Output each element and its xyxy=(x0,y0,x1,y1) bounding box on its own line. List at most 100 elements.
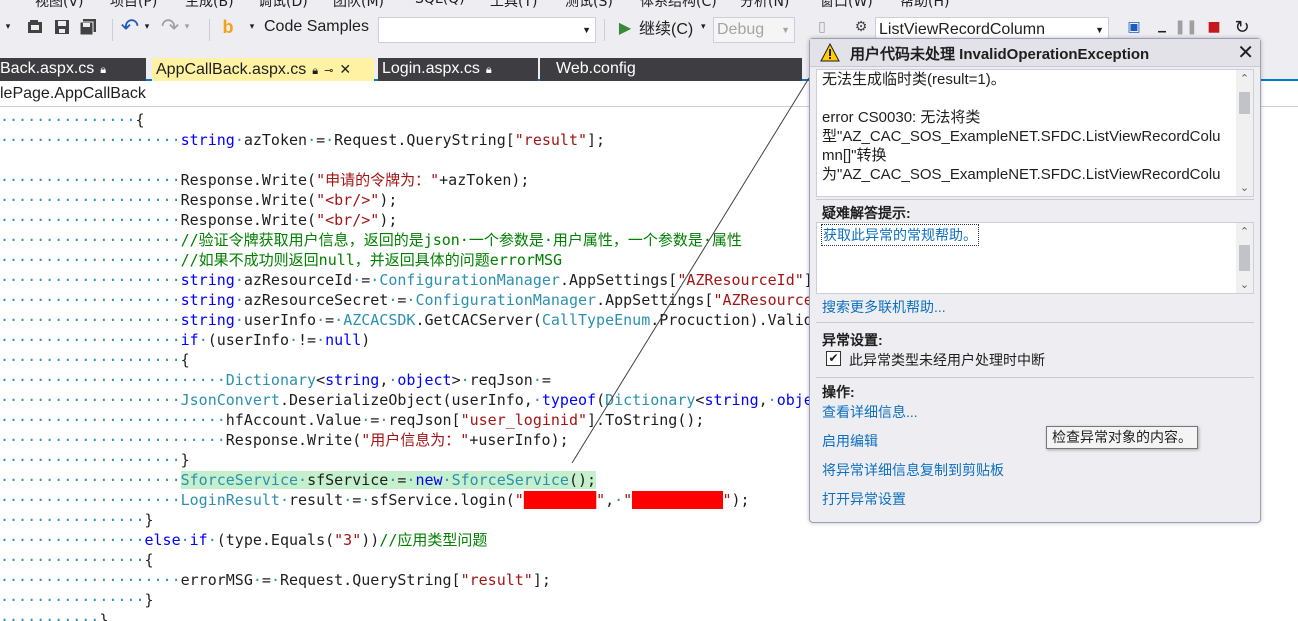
search-combo[interactable]: ▼ xyxy=(378,17,596,43)
menu-item[interactable]: 视图(V) xyxy=(35,0,84,8)
scrollbar-thumb[interactable] xyxy=(1239,245,1250,271)
code-line[interactable]: ····················SforceService·sfServ… xyxy=(0,470,597,490)
tab-label: Web.config xyxy=(556,60,636,77)
menu-item[interactable]: 调试(D) xyxy=(258,0,308,8)
troubleshooting-tips-box[interactable]: 获取此异常的常规帮助。 ⌃ ⌄ xyxy=(816,222,1254,294)
code-line[interactable]: ····················LoginResult·result·=… xyxy=(0,490,750,510)
close-icon[interactable]: ✕ xyxy=(1237,41,1254,63)
redo-icon[interactable]: ↷ xyxy=(160,15,180,40)
code-line[interactable]: ····················errorMSG·=·Request.Q… xyxy=(0,570,551,590)
code-line[interactable]: ····················string·azResourceSec… xyxy=(0,290,840,310)
menu-item[interactable]: 生成(B) xyxy=(185,0,234,8)
whitespace-indicator: ···················· xyxy=(0,231,181,249)
thread-icon[interactable]: ⚙ xyxy=(851,17,871,37)
code-token: (type.Equals( xyxy=(216,531,335,549)
bing-icon[interactable]: b xyxy=(218,17,238,37)
exception-message-box[interactable]: 无法生成临时类(result=1)。 error CS0030: 无法将类 型"AZ… xyxy=(816,69,1254,197)
stop-icon[interactable]: ■ xyxy=(1204,17,1224,37)
code-line[interactable]: ····················if·(userInfo·!=·null… xyxy=(0,330,370,350)
code-line[interactable]: ·························Dictionary<stri… xyxy=(0,370,551,390)
whitespace-indicator: ···················· xyxy=(0,331,181,349)
code-line[interactable]: ····················string·azToken·=·Req… xyxy=(0,130,605,150)
save-all-icon[interactable] xyxy=(78,17,98,37)
code-token: = xyxy=(316,131,326,149)
step-icon[interactable]: ▁ xyxy=(1152,17,1172,37)
code-token: hfAccount.Value xyxy=(225,411,362,429)
code-line[interactable]: ···········} xyxy=(0,610,108,621)
whitespace-indicator: ···················· xyxy=(0,171,181,189)
menu-item[interactable]: 团队(M) xyxy=(333,0,384,8)
open-exception-settings-link[interactable]: 打开异常设置 xyxy=(822,489,906,509)
menu-item[interactable]: 分析(N) xyxy=(740,0,789,8)
scrollbar-thumb[interactable] xyxy=(1239,92,1250,114)
continue-dropdown-icon[interactable]: ▾ xyxy=(696,17,710,37)
code-line[interactable]: ···············{ xyxy=(0,110,145,130)
undo-icon[interactable]: ↶ xyxy=(120,15,140,40)
code-line[interactable]: ····················JsonConvert.Deserial… xyxy=(0,390,849,410)
search-online-help-link[interactable]: 搜索更多联机帮助... xyxy=(822,297,946,317)
code-samples-label[interactable]: Code Samples xyxy=(264,18,369,36)
code-token: , xyxy=(758,391,768,409)
code-token: "<br/>" xyxy=(316,211,380,229)
tab-back-aspx[interactable]: Back.aspx.cs 🔒︎ xyxy=(0,58,146,81)
code-line[interactable]: ····················{ xyxy=(0,350,190,370)
code-line[interactable]: ················} xyxy=(0,590,154,610)
chevron-down-icon[interactable]: ▼ xyxy=(582,18,591,42)
code-line[interactable]: ················} xyxy=(0,510,154,530)
scroll-down-icon[interactable]: ⌄ xyxy=(1236,276,1253,293)
menu-item[interactable]: SQL(Q) xyxy=(415,0,465,7)
code-token: { xyxy=(144,551,154,569)
code-line[interactable]: ·························Response.Write(… xyxy=(0,430,569,450)
scroll-down-icon[interactable]: ⌄ xyxy=(1236,179,1253,196)
save-icon[interactable] xyxy=(52,17,72,37)
menu-item[interactable]: 体系结构(C) xyxy=(640,0,717,8)
menu-item[interactable]: 帮助(H) xyxy=(900,0,949,8)
open-file-icon[interactable] xyxy=(26,17,46,37)
pause-icon[interactable]: ❚❚ xyxy=(1174,17,1197,37)
redo-dropdown-icon[interactable]: ▾ xyxy=(180,17,194,37)
close-icon[interactable]: ✕ xyxy=(339,61,351,77)
copy-exception-link[interactable]: 将异常详细信息复制到剪贴板 xyxy=(822,460,1004,480)
code-line[interactable]: ····················string·azResourceId·… xyxy=(0,270,840,290)
exception-message-line: 为"AZ_CAC_SOS_ExampleNET.SFDC.ListViewRec… xyxy=(822,166,1221,183)
pin-icon[interactable]: ⊸ xyxy=(324,65,333,77)
continue-button[interactable]: 继续(C) xyxy=(639,15,693,39)
code-line[interactable]: ·························hfAccount.Value… xyxy=(0,410,704,430)
play-icon[interactable]: ▶ xyxy=(615,17,635,37)
code-token: .AppSettings[ xyxy=(559,271,678,289)
undo-dropdown-icon[interactable]: ▾ xyxy=(140,17,154,37)
menu-item[interactable]: 测试(S) xyxy=(565,0,613,8)
restart-icon[interactable]: ↻ xyxy=(1232,17,1252,38)
config-combo[interactable]: Debug ▼ xyxy=(713,17,795,43)
menu-item[interactable]: 工具(T) xyxy=(490,0,537,8)
tab-appcallback[interactable]: AppCallBack.aspx.cs 🔒︎ ⊸ ✕ xyxy=(152,58,374,81)
code-line[interactable]: ················{ xyxy=(0,550,154,570)
code-line[interactable]: ····················Response.Write("<br/… xyxy=(0,210,397,230)
code-token: , xyxy=(379,371,389,389)
tab-web-config[interactable]: Web.config xyxy=(540,58,802,81)
tab-login-aspx[interactable]: Login.aspx.cs 🔒︎ xyxy=(378,58,538,81)
code-line[interactable]: ····················//验证令牌获取用户信息，返回的是jso… xyxy=(0,230,742,250)
code-samples-dropdown-icon[interactable]: ▾ xyxy=(244,17,260,37)
diagnostics-icon[interactable]: ▣ xyxy=(1124,17,1144,37)
menu-item[interactable]: 项目(P) xyxy=(110,0,157,8)
dropdown-arrow-icon[interactable]: ▾ xyxy=(2,17,14,37)
code-line[interactable]: ················else·if·(type.Equals("3"… xyxy=(0,530,487,550)
break-on-exception-label[interactable]: 此异常类型未经用户处理时中断 xyxy=(849,350,1045,370)
page-icon[interactable]: ▯ xyxy=(812,17,832,37)
break-on-exception-checkbox[interactable]: ✔ xyxy=(826,351,841,366)
scroll-up-icon[interactable]: ⌃ xyxy=(1236,70,1253,87)
code-line[interactable]: ····················Response.Write("<br/… xyxy=(0,190,397,210)
tips-scrollbar[interactable]: ⌃ ⌄ xyxy=(1236,223,1253,293)
code-line[interactable]: ····················Response.Write("申请的令… xyxy=(0,170,529,190)
enable-editing-link[interactable]: 启用编辑 xyxy=(822,431,878,451)
chevron-down-icon[interactable]: ▼ xyxy=(781,18,790,42)
code-line[interactable]: ····················//如果不成功则返回null，并返回具体… xyxy=(0,250,562,270)
general-help-link[interactable]: 获取此异常的常规帮助。 xyxy=(821,224,979,246)
scroll-up-icon[interactable]: ⌃ xyxy=(1236,223,1253,240)
message-scrollbar[interactable]: ⌃ ⌄ xyxy=(1236,70,1253,196)
code-line[interactable]: ····················} xyxy=(0,450,190,470)
view-details-link[interactable]: 查看详细信息... xyxy=(822,402,918,422)
code-token: ██████████ xyxy=(632,491,723,509)
menu-item[interactable]: 窗口(W) xyxy=(820,0,873,8)
